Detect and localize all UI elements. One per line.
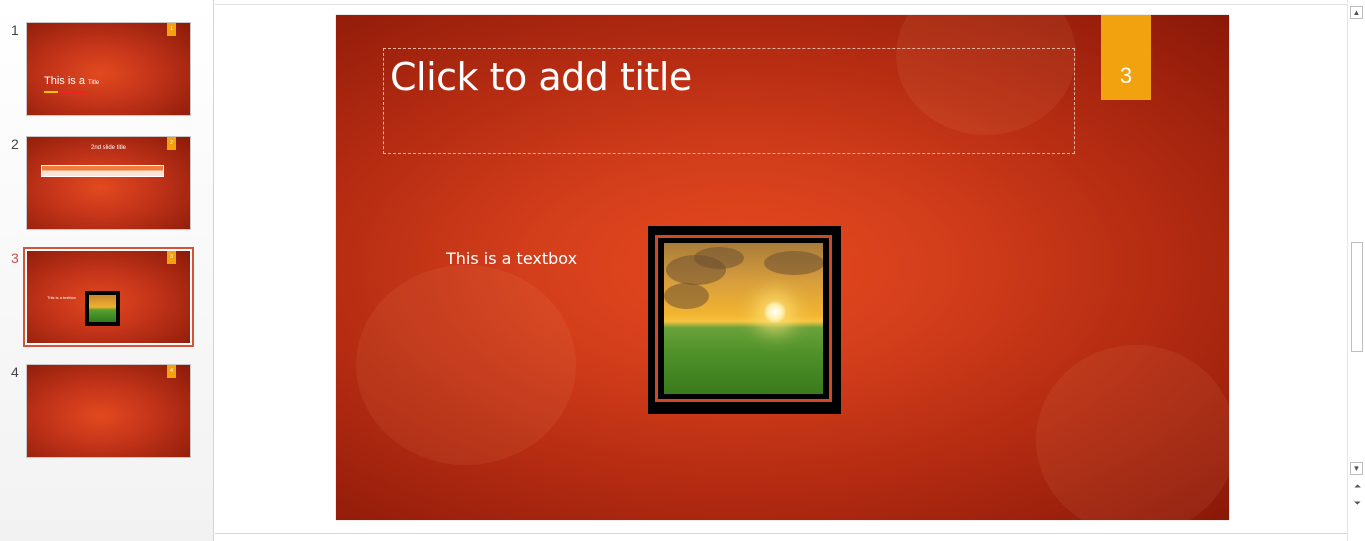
- thumbnail-title: This is a Title: [44, 75, 100, 87]
- slide-textbox[interactable]: This is a textbox: [446, 249, 577, 268]
- slide-thumbnail-number: 1: [11, 22, 19, 38]
- title-placeholder[interactable]: Click to add title: [383, 48, 1075, 154]
- slide-thumbnail-number: 3: [11, 250, 19, 266]
- slide-thumbnail-preview[interactable]: 4: [26, 364, 191, 458]
- slide-number-tag: 3: [1101, 15, 1151, 100]
- thumbnail-picture: [85, 291, 120, 326]
- thumbnail-subtitle-line: [60, 95, 86, 96]
- previous-slide-icon[interactable]: ⏶: [1351, 480, 1364, 492]
- slide-thumbnail-preview[interactable]: 2 2nd slide title: [26, 136, 191, 230]
- slide-thumbnail-preview[interactable]: 3 This is a textbox: [23, 247, 194, 347]
- slide-picture[interactable]: [648, 226, 841, 414]
- slide-number-tag: 4: [167, 365, 176, 378]
- thumbnail-textbox: This is a textbox: [47, 295, 76, 300]
- thumbnail-subtitle-line: [44, 91, 58, 93]
- sunset-field-image: [664, 243, 823, 394]
- scroll-down-arrow-icon[interactable]: ▼: [1350, 462, 1363, 475]
- picture-border: [655, 235, 832, 402]
- slide-number-tag: 3: [167, 251, 176, 264]
- current-slide[interactable]: 3 Click to add title This is a textbox: [336, 15, 1229, 520]
- divider: [215, 533, 1347, 534]
- slide-number: 3: [1119, 63, 1133, 88]
- slide-thumbnail-preview[interactable]: 1 This is a Title: [26, 22, 191, 116]
- next-slide-icon[interactable]: ⏷: [1351, 497, 1364, 509]
- slide-thumbnail-1[interactable]: 1 1 This is a Title: [0, 22, 214, 122]
- slide-thumbnail-number: 4: [11, 364, 19, 380]
- title-placeholder-text[interactable]: Click to add title: [390, 55, 692, 99]
- slide-number-tag: 1: [167, 23, 176, 36]
- divider: [215, 4, 1347, 5]
- thumbnail-table: [41, 165, 164, 177]
- slide-thumbnail-pane: 1 1 This is a Title 2 2 2nd slide title …: [0, 0, 214, 541]
- slide-thumbnail-3[interactable]: 3 3 This is a textbox: [0, 247, 214, 350]
- scroll-up-arrow-icon[interactable]: ▲: [1350, 6, 1363, 19]
- thumbnail-title: 2nd slide title: [90, 145, 127, 151]
- sun-glow: [764, 301, 786, 323]
- vertical-scrollbar[interactable]: ▲ ▼ ⏶ ⏷: [1347, 0, 1365, 541]
- slide-thumbnail-2[interactable]: 2 2 2nd slide title: [0, 136, 214, 236]
- slide-thumbnail-4[interactable]: 4 4: [0, 364, 214, 464]
- slide-thumbnail-number: 2: [11, 136, 19, 152]
- thumbnail-subtitle-line: [60, 91, 86, 93]
- scrollbar-thumb[interactable]: [1351, 242, 1363, 352]
